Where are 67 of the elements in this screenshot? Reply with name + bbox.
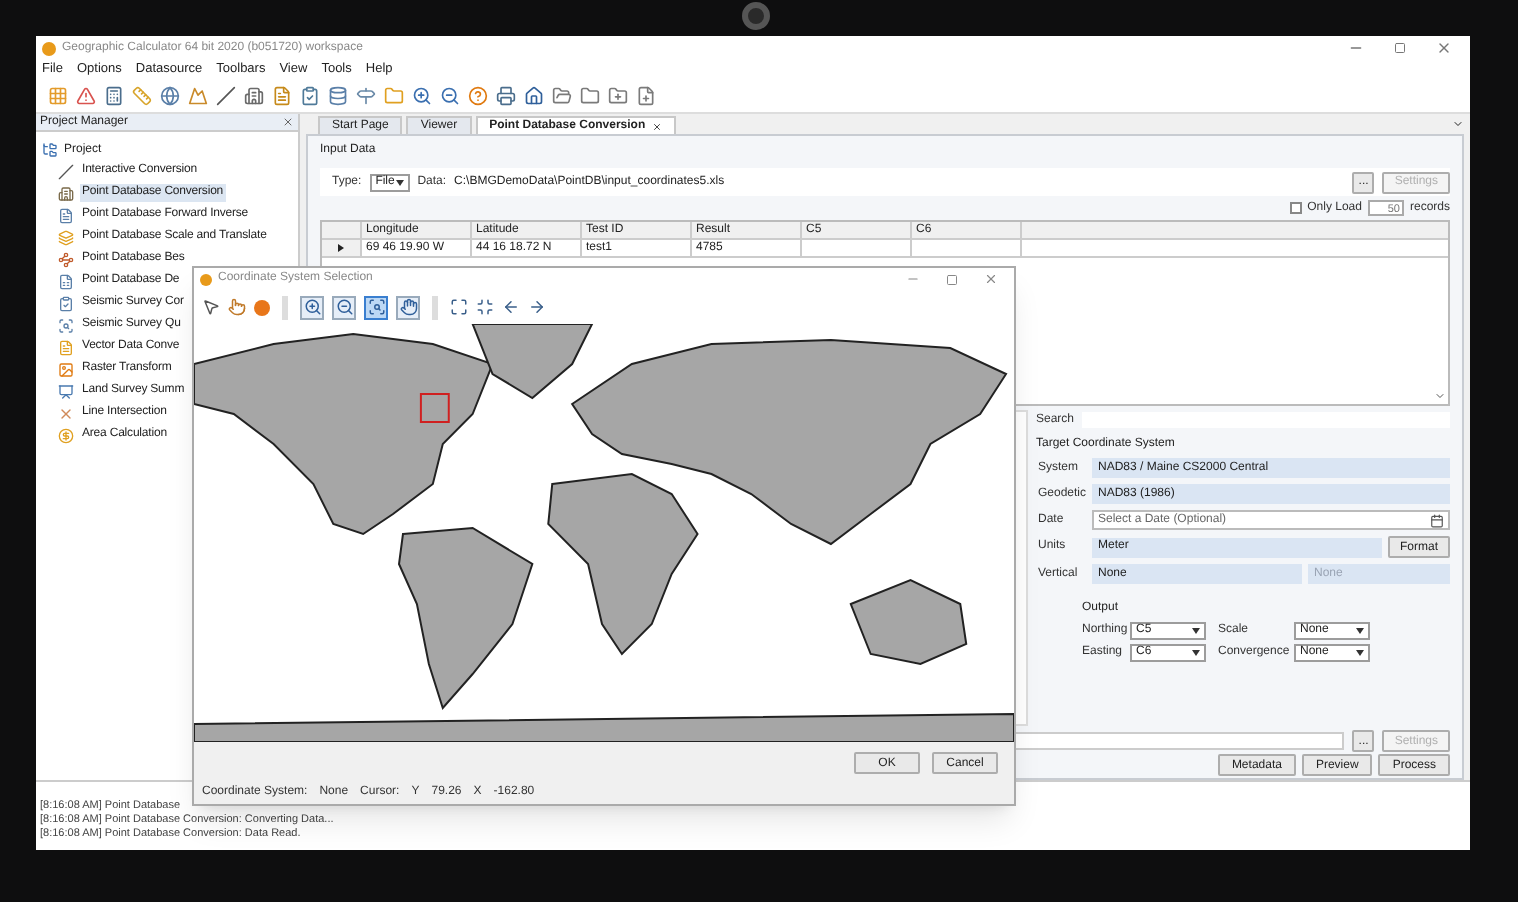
close-icon[interactable]	[1436, 40, 1452, 56]
zoom-box-icon	[367, 298, 385, 316]
app-logo-icon	[200, 273, 212, 285]
printer-icon[interactable]	[496, 86, 516, 106]
maximize-icon[interactable]	[1394, 42, 1406, 54]
document-icon[interactable]	[272, 86, 292, 106]
dropdown-arrow-icon	[1356, 650, 1364, 656]
easel-icon	[58, 383, 74, 399]
cross-icon	[58, 405, 74, 421]
waypoints-icon	[58, 251, 74, 267]
zoom-in-icon	[303, 298, 321, 316]
zoom-in-icon[interactable]	[412, 86, 432, 106]
line-icon	[58, 163, 74, 179]
signpost-icon[interactable]	[356, 86, 376, 106]
new-file-icon[interactable]	[636, 86, 656, 106]
spreadsheet-icon	[58, 273, 74, 289]
document-icon	[58, 339, 74, 355]
back-arrow-icon[interactable]	[502, 298, 520, 316]
dropdown-arrow-icon	[1192, 650, 1200, 656]
open-folder-icon[interactable]	[552, 86, 572, 106]
dropdown-arrow-icon	[395, 179, 404, 185]
zoom-fit-icon[interactable]	[476, 298, 494, 316]
selection-rectangle	[419, 393, 450, 423]
warning-icon[interactable]	[76, 86, 96, 106]
dropdown-arrow-icon	[1356, 628, 1364, 634]
forward-arrow-icon[interactable]	[528, 298, 546, 316]
hand-pointer-icon[interactable]	[228, 298, 246, 316]
calculator-icon[interactable]	[104, 86, 124, 106]
scroll-down-icon[interactable]	[1434, 390, 1446, 402]
map-tool[interactable]	[300, 295, 324, 319]
coin-icon	[58, 427, 74, 443]
document-icon	[58, 207, 74, 223]
building-icon[interactable]	[244, 86, 264, 106]
map-tool[interactable]	[396, 295, 420, 319]
clipboard-icon[interactable]	[300, 86, 320, 106]
checkbox[interactable]	[1289, 202, 1302, 214]
app-logo-icon	[42, 41, 56, 55]
calendar-icon[interactable]	[1430, 513, 1444, 527]
map-tool[interactable]	[332, 295, 356, 319]
database-icon[interactable]	[328, 86, 348, 106]
map-tool[interactable]	[364, 295, 388, 319]
image-icon	[58, 361, 74, 377]
mountain-icon[interactable]	[188, 86, 208, 106]
ruler-icon[interactable]	[132, 86, 152, 106]
dropdown-arrow-icon	[1192, 628, 1200, 634]
chevron-down-icon[interactable]	[1452, 118, 1464, 130]
zoom-out-icon	[335, 298, 353, 316]
grid-icon[interactable]	[48, 86, 68, 106]
maximize-icon[interactable]	[946, 273, 958, 285]
zoom-extent-icon[interactable]	[450, 298, 468, 316]
folder-icon[interactable]	[384, 86, 404, 106]
new-folder-icon[interactable]	[608, 86, 628, 106]
camera-icon	[742, 2, 770, 30]
pan-hand-icon	[399, 298, 417, 316]
close-icon[interactable]	[282, 116, 294, 128]
tree-expanded-icon[interactable]	[42, 142, 58, 158]
building-icon	[58, 185, 74, 201]
zoom-out-icon[interactable]	[440, 86, 460, 106]
layers-icon	[58, 229, 74, 245]
home-icon[interactable]	[524, 86, 544, 106]
help-icon[interactable]	[468, 86, 488, 106]
globe-icon[interactable]	[160, 86, 180, 106]
clipboard-icon	[58, 295, 74, 311]
scan-icon	[58, 317, 74, 333]
folder-icon[interactable]	[580, 86, 600, 106]
line-icon[interactable]	[216, 86, 236, 106]
pointer-icon[interactable]	[202, 298, 220, 316]
